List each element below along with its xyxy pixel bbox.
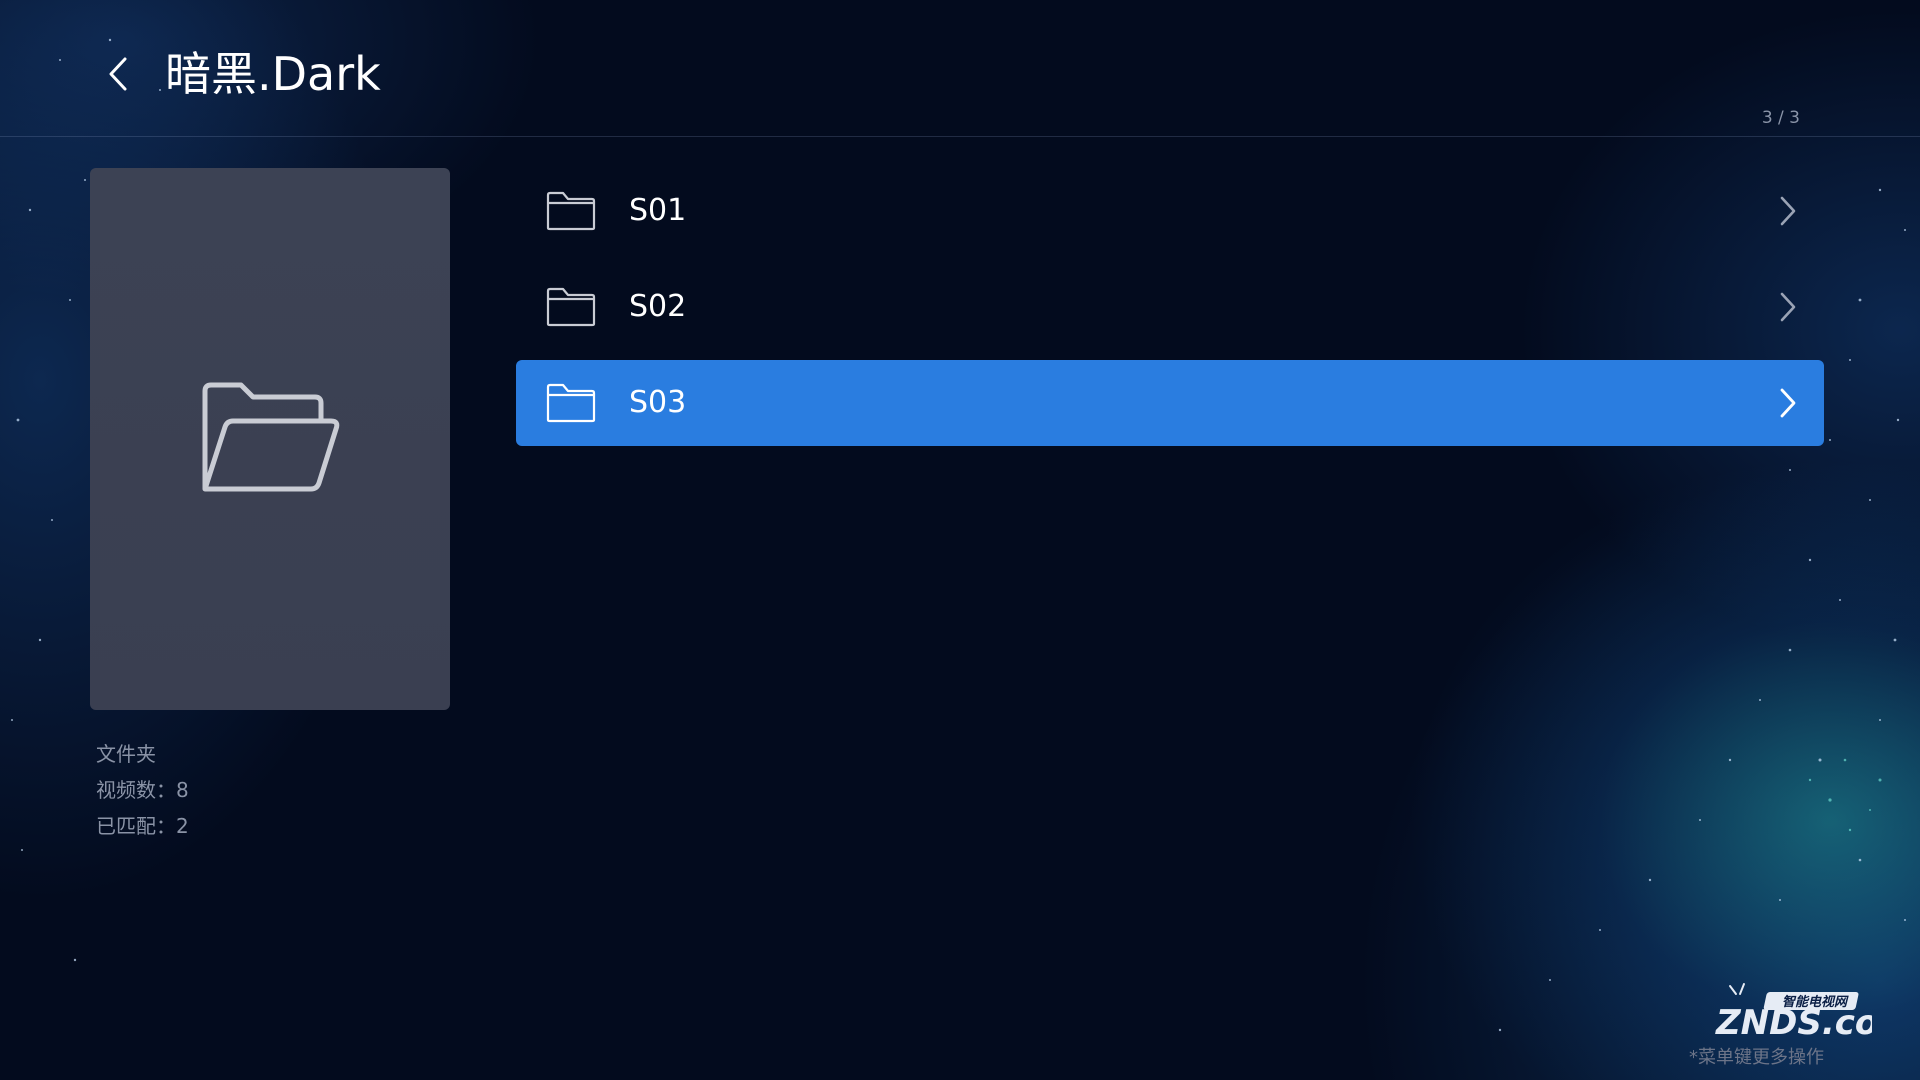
chevron-right-icon bbox=[1780, 388, 1796, 418]
folder-icon bbox=[546, 191, 596, 231]
folder-list: S01 S02 S03 bbox=[516, 168, 1824, 456]
back-button[interactable] bbox=[98, 52, 138, 96]
chevron-left-icon bbox=[109, 57, 127, 91]
chevron-right-icon bbox=[1780, 196, 1796, 226]
folder-item-s02[interactable]: S02 bbox=[516, 264, 1824, 350]
chevron-right-icon bbox=[1780, 292, 1796, 322]
folder-icon bbox=[546, 287, 596, 327]
logo-text: ZNDS.com bbox=[1715, 1003, 1872, 1043]
header-bar: 暗黑.Dark 3 / 3 bbox=[0, 0, 1920, 137]
matched-count-row: 已匹配： 2 bbox=[96, 808, 189, 844]
matched-count-label: 已匹配： bbox=[96, 814, 176, 838]
page-title: 暗黑.Dark bbox=[165, 47, 381, 101]
folder-label: S03 bbox=[629, 385, 687, 420]
folder-item-s03[interactable]: S03 bbox=[516, 360, 1824, 446]
folder-label: S01 bbox=[629, 193, 687, 228]
znds-logo: 智能电视网 ZNDS.com bbox=[1715, 983, 1872, 1043]
folder-preview-card bbox=[90, 168, 450, 710]
video-count-value: 8 bbox=[176, 778, 189, 802]
folder-open-icon bbox=[202, 382, 340, 492]
video-count-label: 视频数： bbox=[96, 778, 176, 802]
folder-label: S02 bbox=[629, 289, 687, 324]
folder-item-s01[interactable]: S01 bbox=[516, 168, 1824, 254]
page-indicator: 3 / 3 bbox=[1761, 108, 1800, 128]
folder-icon bbox=[546, 383, 596, 423]
menu-hint: *菜单键更多操作 bbox=[1689, 1047, 1824, 1068]
folder-type-label: 文件夹 bbox=[96, 742, 156, 766]
matched-count-value: 2 bbox=[176, 814, 189, 838]
video-count-row: 视频数： 8 bbox=[96, 772, 189, 808]
folder-type-row: 文件夹 bbox=[96, 736, 189, 772]
screen: 暗黑.Dark 3 / 3 文件夹 视频数： 8 已匹配： 2 S01 S02 … bbox=[0, 0, 1920, 1080]
folder-info: 文件夹 视频数： 8 已匹配： 2 bbox=[96, 736, 189, 844]
